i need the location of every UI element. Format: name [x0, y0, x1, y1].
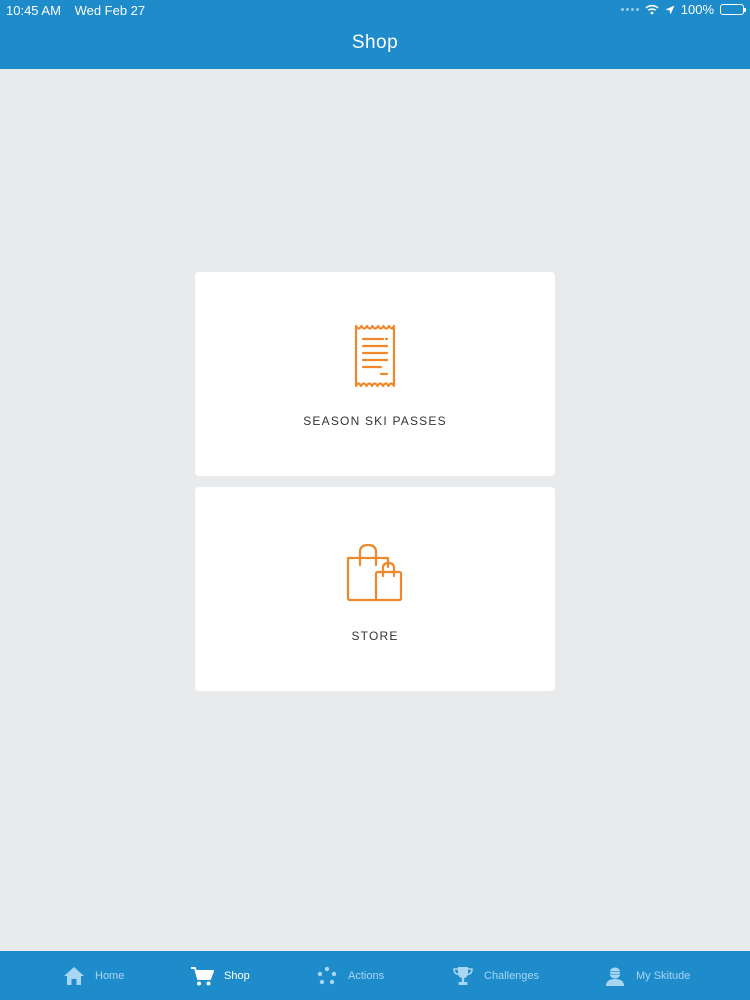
status-right: 100% [620, 2, 746, 17]
bottom-tab-bar: Home Shop Actions Challenges My Skitude [0, 951, 750, 1000]
trophy-icon [453, 966, 473, 985]
tab-home[interactable]: Home [63, 951, 124, 1000]
status-date: Wed Feb 27 [74, 3, 146, 18]
tab-shop-label: Shop [224, 969, 250, 982]
skier-avatar-icon [606, 967, 624, 986]
tab-home-label: Home [95, 969, 125, 982]
status-left: 10:45 AM Wed Feb 27 [6, 3, 145, 18]
header-bar: 10:45 AM Wed Feb 27 100% Shop [0, 0, 750, 69]
home-icon [64, 966, 84, 985]
season-ski-passes-label: SEASON SKI PASSES [303, 414, 447, 428]
cart-icon [191, 966, 214, 985]
tab-challenges-label: Challenges [484, 969, 540, 982]
status-bar: 10:45 AM Wed Feb 27 100% [0, 0, 750, 20]
tab-actions-label: Actions [348, 969, 385, 982]
cellular-signal-icon [620, 8, 639, 11]
page-title: Shop [351, 32, 399, 53]
tab-shop[interactable]: Shop [190, 951, 250, 1000]
battery-percent: 100% [680, 2, 714, 17]
tab-actions[interactable]: Actions [316, 951, 384, 1000]
location-arrow-icon [665, 5, 675, 14]
battery-icon [720, 4, 746, 15]
season-ski-passes-card[interactable]: SEASON SKI PASSES [195, 272, 555, 476]
app-root: 10:45 AM Wed Feb 27 100% Shop SEASON SKI… [0, 0, 750, 1000]
tab-my-skitude[interactable]: My Skitude [604, 951, 690, 1000]
store-label: STORE [351, 629, 399, 643]
shopping-bags-icon [195, 543, 555, 603]
tab-challenges[interactable]: Challenges [452, 951, 539, 1000]
dots-icon [317, 966, 337, 984]
tab-my-skitude-label: My Skitude [636, 969, 691, 982]
wifi-icon [645, 4, 659, 15]
status-time: 10:45 AM [6, 3, 61, 18]
store-card[interactable]: STORE [195, 487, 555, 691]
receipt-icon [195, 324, 555, 388]
